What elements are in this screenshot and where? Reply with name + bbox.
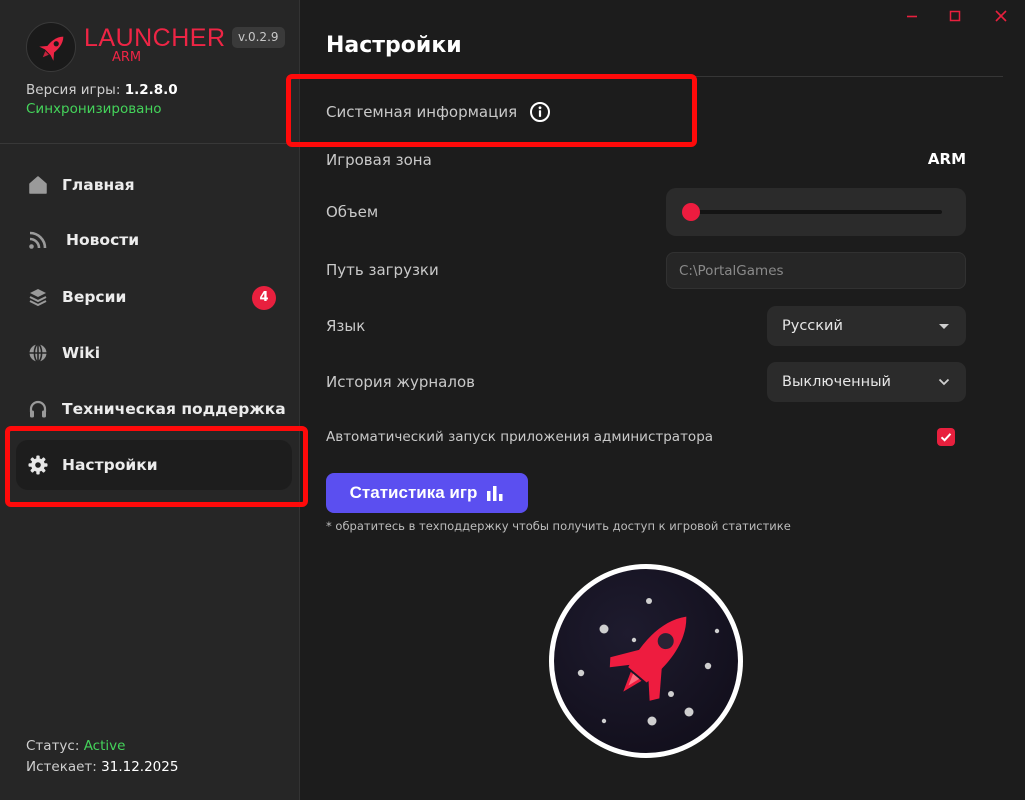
sidebar-item-label: Техническая поддержка (62, 400, 286, 418)
game-stats-button-label: Статистика игр (349, 483, 478, 502)
sidebar-item-wiki[interactable]: Wiki (16, 328, 292, 378)
home-icon (27, 174, 49, 196)
status-line: Статус: Active (26, 736, 178, 757)
game-version: Версия игры: 1.2.8.0 (26, 82, 178, 98)
log-history-label: История журналов (326, 373, 475, 391)
game-stats-button[interactable]: Статистика игр (326, 473, 528, 513)
sidebar-item-news[interactable]: Новости (16, 215, 292, 265)
language-label: Язык (326, 317, 366, 335)
logo-title: LAUNCHER (84, 24, 226, 52)
auto-admin-checkbox[interactable] (937, 428, 955, 446)
volume-slider-track[interactable] (691, 210, 942, 214)
sidebar-item-settings[interactable]: Настройки (16, 440, 292, 490)
zone-value: ARM (927, 150, 966, 168)
sidebar-item-label: Настройки (62, 456, 158, 474)
sidebar-divider (0, 143, 300, 144)
sidebar-item-support[interactable]: Техническая поддержка (16, 384, 292, 434)
status-label: Статус: (26, 738, 80, 754)
bar-chart-icon (487, 486, 503, 501)
title-divider (326, 76, 1003, 77)
caret-down-icon (939, 324, 949, 329)
sidebar-item-label: Версии (62, 288, 127, 306)
headphones-icon (27, 398, 49, 420)
download-path-input[interactable] (666, 252, 966, 289)
checkmark-icon (940, 433, 952, 442)
launcher-version-badge: v.0.2.9 (232, 27, 285, 48)
stats-footnote: * обратитесь в техподдержку чтобы получи… (326, 519, 791, 533)
game-version-value: 1.2.8.0 (124, 82, 178, 98)
volume-label: Объем (326, 203, 379, 221)
system-info-row: Системная информация (326, 101, 551, 123)
page-title: Настройки (326, 33, 462, 58)
sidebar-item-label: Wiki (62, 344, 101, 362)
versions-count-badge: 4 (252, 286, 276, 310)
expires-value: 31.12.2025 (101, 759, 179, 775)
sync-status: Синхронизировано (26, 101, 162, 117)
sidebar-item-label: Новости (66, 231, 140, 249)
language-select-value: Русский (782, 318, 843, 334)
volume-slider-thumb[interactable] (682, 203, 700, 221)
expires-line: Истекает: 31.12.2025 (26, 757, 178, 778)
rss-icon (27, 229, 49, 251)
chevron-down-icon (938, 378, 950, 386)
language-select[interactable]: Русский (767, 306, 966, 346)
sidebar-item-label: Главная (62, 176, 135, 194)
logo-subtitle: ARM (112, 50, 142, 65)
rocket-illustration (549, 564, 743, 758)
status-value: Active (83, 738, 126, 754)
path-label: Путь загрузки (326, 261, 439, 279)
rocket-logo-icon (26, 22, 76, 72)
auto-admin-label: Автоматический запуск приложения админис… (326, 429, 714, 445)
system-info-label: Системная информация (326, 103, 518, 121)
zone-label: Игровая зона (326, 151, 432, 169)
globe-icon (27, 342, 49, 364)
layers-icon (27, 286, 49, 308)
logo: LAUNCHER ARM v.0.2.9 (26, 22, 286, 72)
sidebar: LAUNCHER ARM v.0.2.9 Версия игры: 1.2.8.… (0, 0, 300, 800)
gear-icon (27, 454, 49, 476)
launcher-window: LAUNCHER ARM v.0.2.9 Версия игры: 1.2.8.… (0, 0, 1025, 800)
log-history-select-value: Выключенный (782, 374, 891, 390)
subscription-info: Статус: Active Истекает: 31.12.2025 (26, 736, 178, 778)
expires-label: Истекает: (26, 759, 97, 775)
log-history-select[interactable]: Выключенный (767, 362, 966, 402)
volume-control (666, 188, 966, 236)
sidebar-item-versions[interactable]: Версии 4 (16, 272, 292, 322)
settings-panel: Настройки Системная информация Игровая з… (301, 0, 1025, 800)
info-icon[interactable] (529, 101, 551, 123)
game-version-label: Версия игры: (26, 82, 121, 98)
sidebar-item-home[interactable]: Главная (16, 160, 292, 210)
